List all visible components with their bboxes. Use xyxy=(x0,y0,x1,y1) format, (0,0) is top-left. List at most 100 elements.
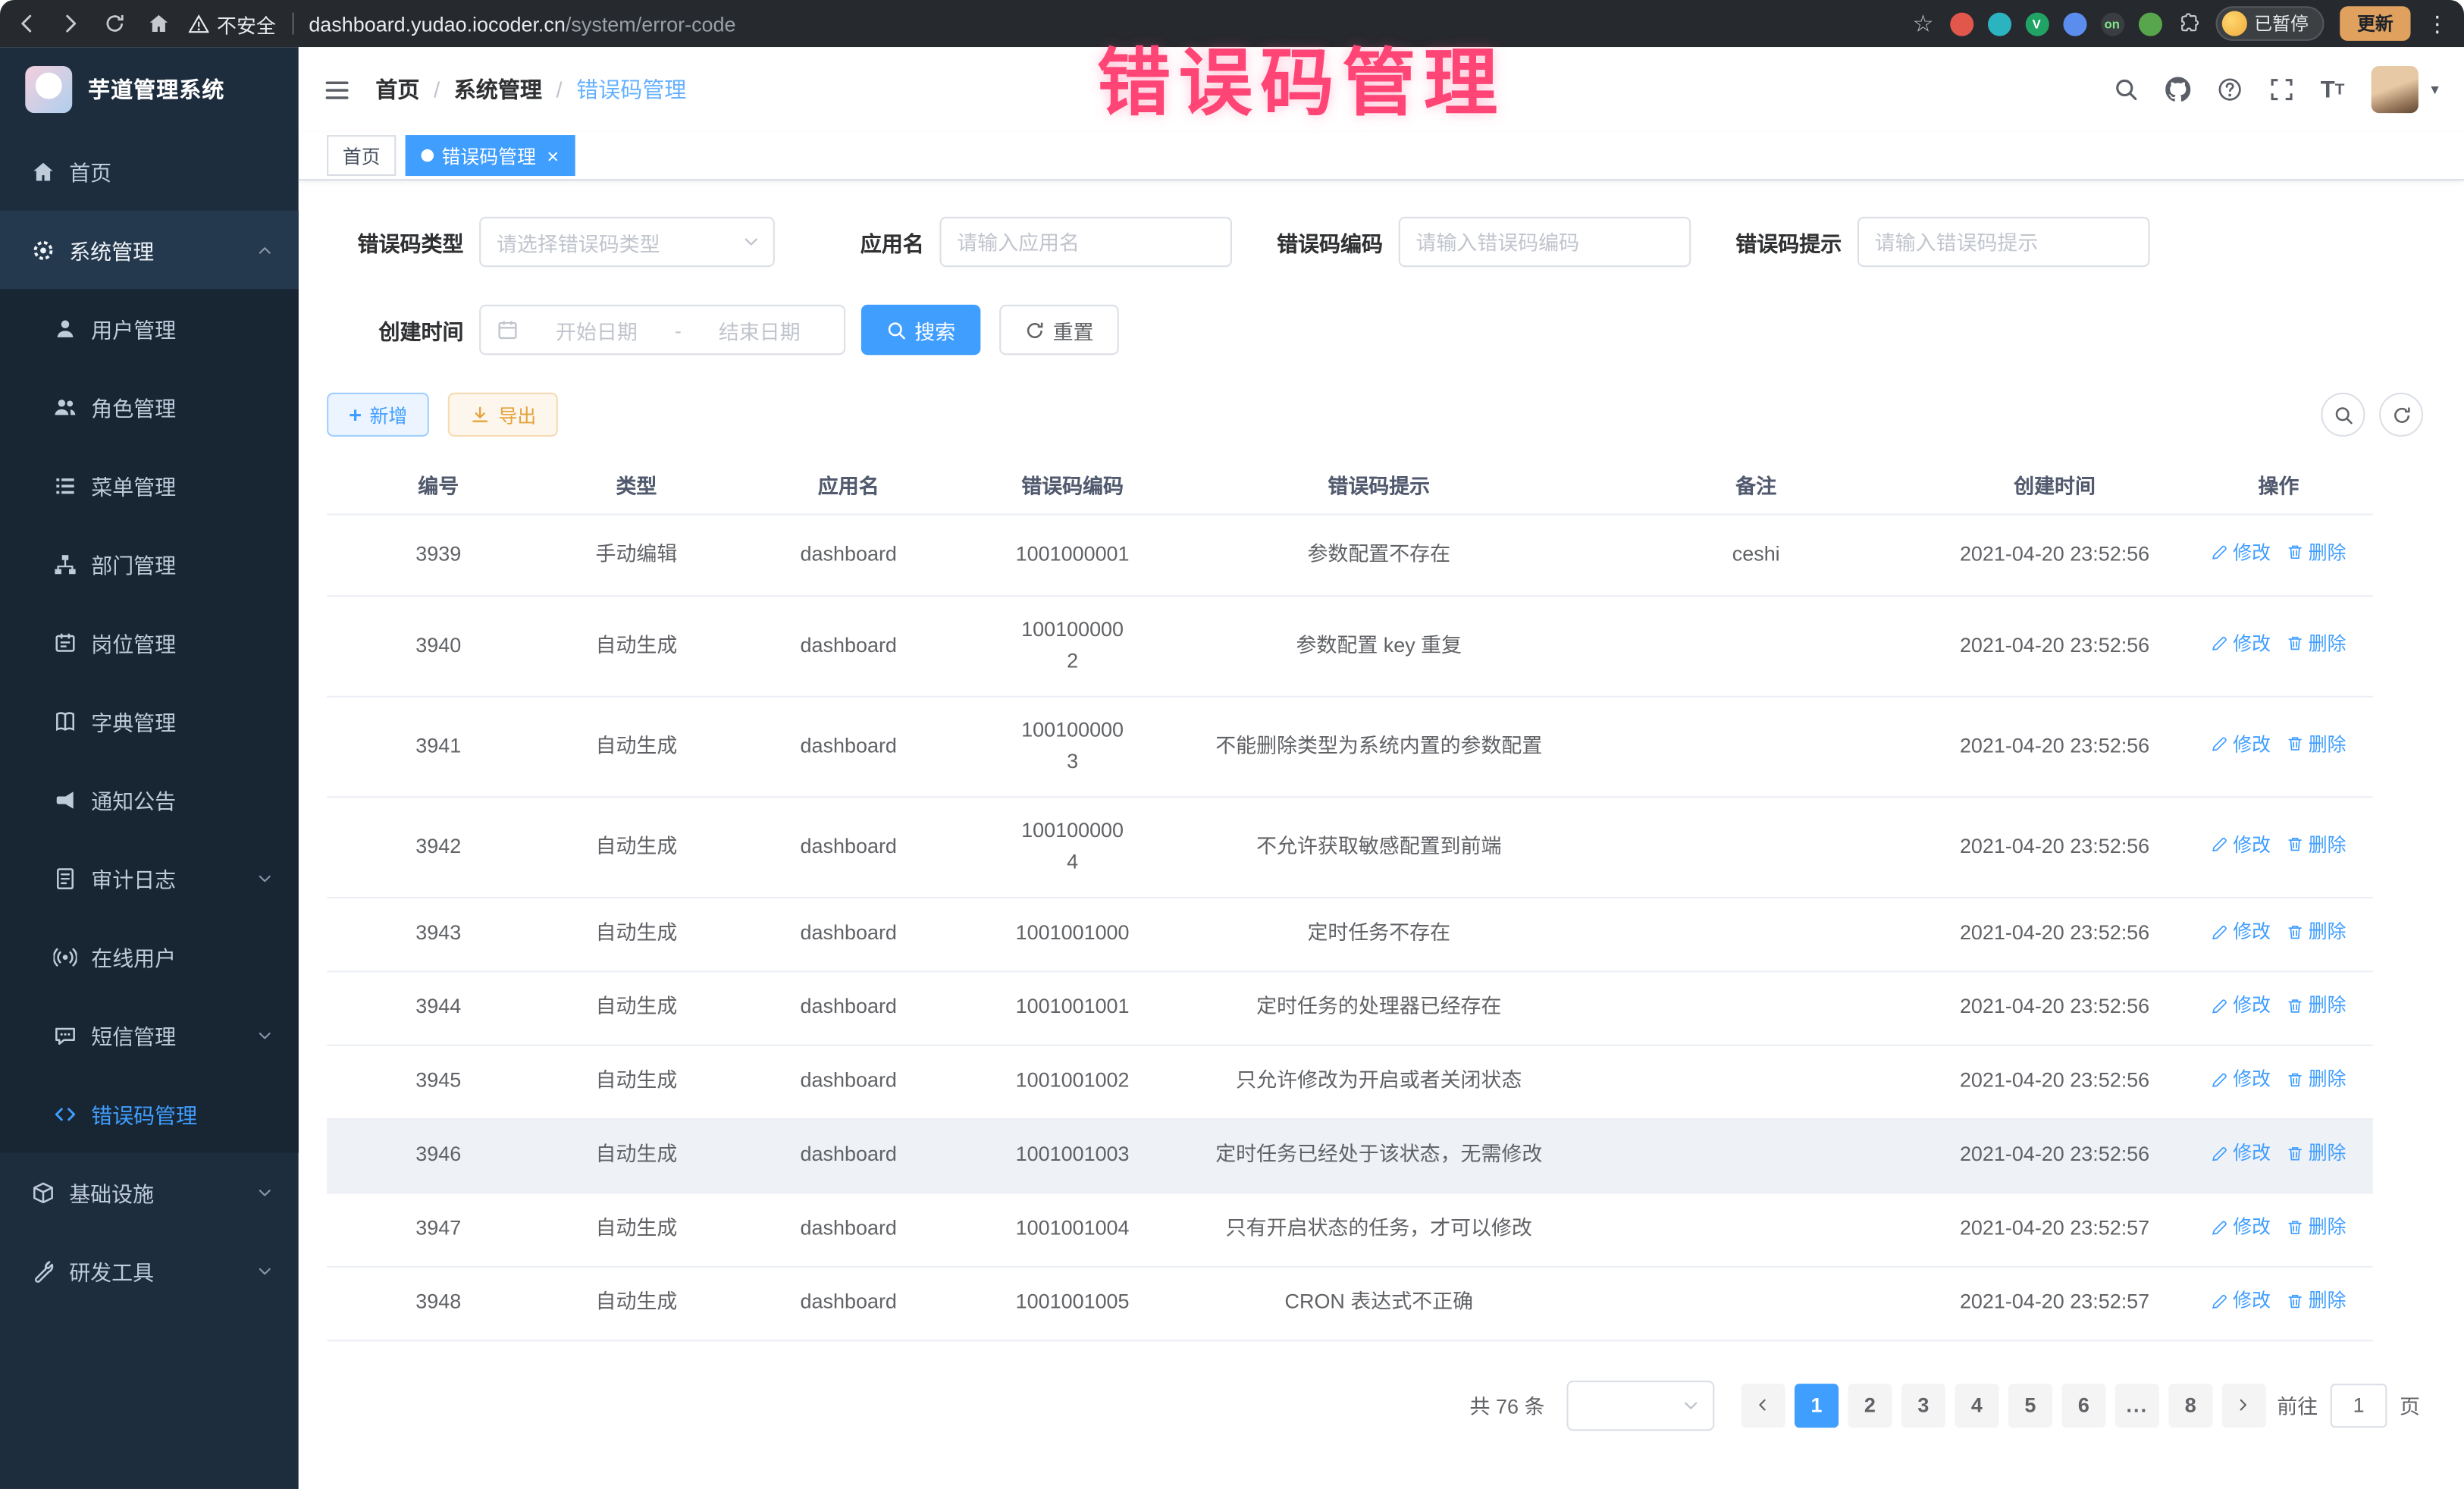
hamburger-icon[interactable] xyxy=(324,76,350,102)
font-size-icon[interactable]: TT xyxy=(2321,76,2345,102)
breadcrumb-system[interactable]: 系统管理 xyxy=(454,74,542,105)
sidebar-item-user[interactable]: 用户管理 xyxy=(0,289,299,368)
cell-actions: 修改删除 xyxy=(2184,1266,2373,1340)
sidebar-item-online[interactable]: 在线用户 xyxy=(0,917,299,996)
extension-blue-icon[interactable] xyxy=(2062,12,2086,36)
sidebar-item-tree[interactable]: 部门管理 xyxy=(0,525,299,603)
sidebar-item-home[interactable]: 首页 xyxy=(0,132,299,211)
delete-link[interactable]: 删除 xyxy=(2287,729,2346,759)
error-hint-input[interactable] xyxy=(1857,217,2150,267)
sidebar-item-megaphone[interactable]: 通知公告 xyxy=(0,760,299,839)
delete-link[interactable]: 删除 xyxy=(2287,1287,2346,1316)
pager-page-8[interactable]: 8 xyxy=(2168,1383,2212,1427)
sidebar-item-book[interactable]: 字典管理 xyxy=(0,682,299,760)
extension-green-v-icon[interactable]: V xyxy=(2025,12,2049,36)
pager-page-6[interactable]: 6 xyxy=(2061,1383,2105,1427)
pager-page-3[interactable]: 3 xyxy=(1901,1383,1945,1427)
delete-link[interactable]: 删除 xyxy=(2287,991,2346,1020)
breadcrumb-home[interactable]: 首页 xyxy=(375,74,419,105)
extensions-puzzle-icon[interactable] xyxy=(2177,13,2199,35)
edit-link[interactable]: 修改 xyxy=(2211,1139,2271,1168)
sidebar-item-users[interactable]: 角色管理 xyxy=(0,368,299,447)
edit-link[interactable]: 修改 xyxy=(2211,1287,2271,1316)
chevron-down-icon[interactable]: ▾ xyxy=(2431,81,2438,99)
edit-link[interactable]: 修改 xyxy=(2211,917,2271,947)
goto-page-input[interactable] xyxy=(2331,1383,2387,1427)
delete-link[interactable]: 删除 xyxy=(2287,629,2346,659)
sidebar-item-box[interactable]: 基础设施 xyxy=(0,1153,299,1232)
close-icon[interactable]: × xyxy=(547,146,559,166)
tab-home[interactable]: 首页 xyxy=(327,135,396,176)
cell-type: 自动生成 xyxy=(550,970,723,1044)
security-chip[interactable]: 不安全 xyxy=(189,8,276,38)
edit-icon xyxy=(2211,635,2228,653)
error-type-select[interactable]: 请选择错误码类型 xyxy=(479,217,775,267)
pager-page-2[interactable]: 2 xyxy=(1848,1383,1892,1427)
error-code-input[interactable] xyxy=(1399,217,1691,267)
reload-icon[interactable] xyxy=(104,13,126,35)
forward-icon[interactable] xyxy=(60,13,82,35)
paused-badge[interactable]: 已暂停 xyxy=(2215,6,2324,41)
cell-code: 1001001002 xyxy=(974,1045,1171,1118)
app-logo xyxy=(25,66,72,113)
browser-menu-icon[interactable]: ⋮ xyxy=(2426,10,2448,36)
user-avatar[interactable] xyxy=(2372,66,2419,113)
calendar-icon xyxy=(497,319,519,341)
sidebar-item-chat[interactable]: 短信管理 xyxy=(0,995,299,1074)
browser-home-icon[interactable] xyxy=(148,13,170,35)
sidebar-item-code[interactable]: 错误码管理 xyxy=(0,1074,299,1153)
github-icon[interactable] xyxy=(2165,77,2190,102)
delete-link[interactable]: 删除 xyxy=(2287,830,2346,860)
delete-link[interactable]: 删除 xyxy=(2287,917,2346,947)
edit-link[interactable]: 修改 xyxy=(2211,830,2271,860)
edit-link[interactable]: 修改 xyxy=(2211,729,2271,759)
pager-page-5[interactable]: 5 xyxy=(2008,1383,2052,1427)
edit-link[interactable]: 修改 xyxy=(2211,538,2271,568)
help-icon[interactable] xyxy=(2217,77,2242,102)
sidebar-item-badge[interactable]: 岗位管理 xyxy=(0,603,299,682)
pager-next-button[interactable] xyxy=(2222,1383,2266,1427)
delete-link[interactable]: 删除 xyxy=(2287,1139,2346,1168)
tab-error-code[interactable]: 错误码管理 × xyxy=(406,135,575,176)
extension-teal-icon[interactable] xyxy=(1987,12,2011,36)
delete-link[interactable]: 删除 xyxy=(2287,1065,2346,1095)
add-button[interactable]: + 新增 xyxy=(327,393,429,437)
pager-prev-button[interactable] xyxy=(1741,1383,1785,1427)
pager-more-button[interactable]: ... xyxy=(2115,1383,2159,1427)
edit-link[interactable]: 修改 xyxy=(2211,1212,2271,1242)
sidebar-item-wrench[interactable]: 研发工具 xyxy=(0,1231,299,1310)
extension-dark-on-icon[interactable]: on xyxy=(2100,12,2124,36)
pager-page-1[interactable]: 1 xyxy=(1795,1383,1839,1427)
pager-page-4[interactable]: 4 xyxy=(1955,1383,1998,1427)
delete-link[interactable]: 删除 xyxy=(2287,538,2346,568)
wrench-icon xyxy=(31,1259,55,1282)
create-time-range-picker[interactable]: 开始日期 - 结束日期 xyxy=(479,305,845,355)
sidebar-item-doc[interactable]: 审计日志 xyxy=(0,839,299,917)
browser-update-button[interactable]: 更新 xyxy=(2340,6,2410,41)
refresh-table-button[interactable] xyxy=(2379,393,2423,437)
edit-link[interactable]: 修改 xyxy=(2211,629,2271,659)
fullscreen-icon[interactable] xyxy=(2268,77,2293,102)
edit-link[interactable]: 修改 xyxy=(2211,991,2271,1020)
export-button[interactable]: 导出 xyxy=(448,393,558,437)
edit-icon xyxy=(2211,923,2228,941)
extension-leaf-icon[interactable] xyxy=(2138,12,2161,36)
app-name-input[interactable] xyxy=(939,217,1232,267)
search-button[interactable]: 搜索 xyxy=(861,305,981,355)
toggle-search-button[interactable] xyxy=(2321,393,2365,437)
page-size-select[interactable] xyxy=(1566,1380,1714,1430)
sidebar-item-gear[interactable]: 系统管理 xyxy=(0,211,299,290)
bookmark-star-icon[interactable]: ☆ xyxy=(1913,9,1934,37)
reset-button[interactable]: 重置 xyxy=(999,305,1119,355)
address-bar[interactable]: dashboard.yudao.iocoder.cn/system/error-… xyxy=(309,12,735,36)
cell-hint: CRON 表达式不正确 xyxy=(1171,1266,1587,1340)
back-icon[interactable] xyxy=(16,13,38,35)
chevron-right-icon xyxy=(2235,1397,2252,1414)
edit-link[interactable]: 修改 xyxy=(2211,1065,2271,1095)
search-icon xyxy=(886,320,907,340)
extension-red-icon[interactable] xyxy=(1949,12,1973,36)
sidebar-item-list[interactable]: 菜单管理 xyxy=(0,446,299,525)
search-icon[interactable] xyxy=(2113,77,2138,102)
delete-link[interactable]: 删除 xyxy=(2287,1212,2346,1242)
trash-icon xyxy=(2287,1071,2304,1089)
